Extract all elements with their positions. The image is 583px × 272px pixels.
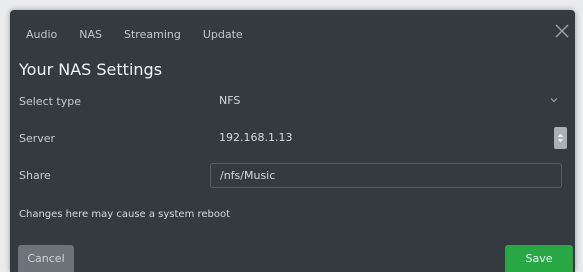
share-label: Share — [19, 169, 51, 182]
server-spin-button[interactable] — [554, 127, 567, 149]
page-title: Your NAS Settings — [19, 60, 163, 79]
save-button[interactable]: Save — [505, 245, 573, 272]
tab-nas[interactable]: NAS — [79, 28, 102, 41]
chevron-down-icon — [550, 98, 558, 103]
type-select[interactable]: NFS — [210, 90, 563, 112]
close-icon — [555, 24, 569, 38]
spin-arrows-icon — [557, 133, 564, 143]
tab-streaming[interactable]: Streaming — [124, 28, 181, 41]
tab-update[interactable]: Update — [203, 28, 243, 41]
server-input[interactable] — [210, 126, 560, 148]
type-select-value: NFS — [219, 94, 241, 107]
close-button[interactable] — [553, 22, 571, 40]
cancel-button[interactable]: Cancel — [18, 245, 74, 272]
nas-settings-dialog: Audio NAS Streaming Update Your NAS Sett… — [10, 10, 575, 272]
tab-audio[interactable]: Audio — [26, 28, 57, 41]
share-input[interactable] — [210, 163, 562, 188]
server-label: Server — [19, 132, 56, 145]
reboot-warning: Changes here may cause a system reboot — [19, 209, 231, 220]
select-type-label: Select type — [19, 95, 82, 108]
tab-bar: Audio NAS Streaming Update — [26, 26, 265, 42]
